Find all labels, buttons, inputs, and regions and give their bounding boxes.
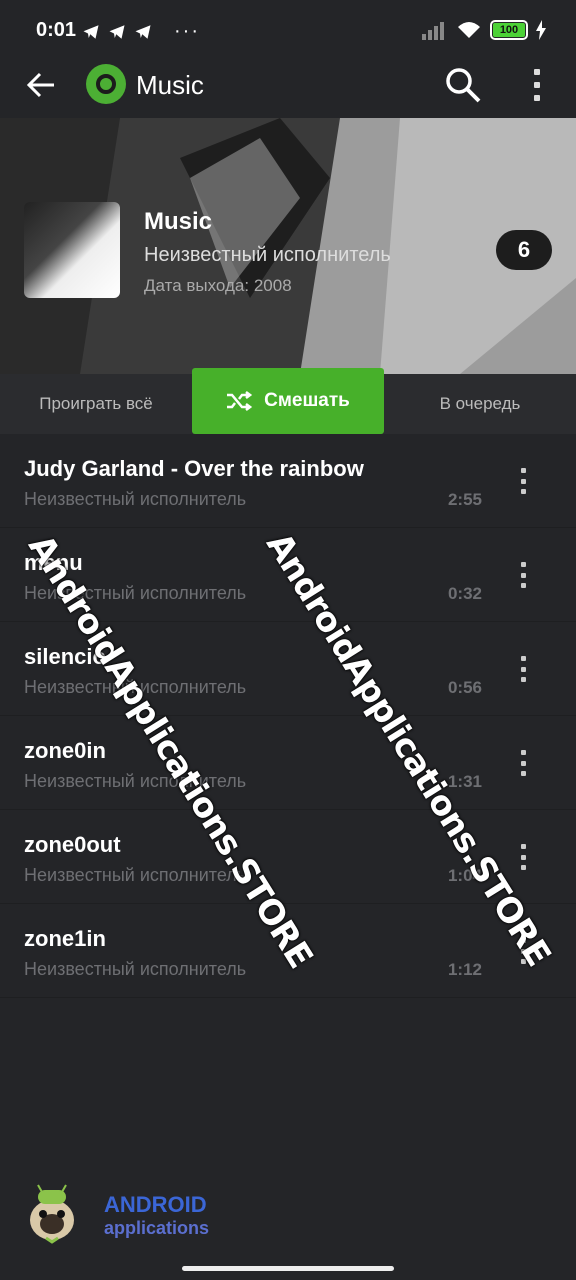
notification-icons: ··· <box>82 20 200 43</box>
album-release-date: Дата выхода: 2008 <box>144 276 292 295</box>
shuffle-button[interactable]: Смешать <box>192 368 384 434</box>
track-more-icon[interactable] <box>514 468 532 494</box>
telegram-icon <box>135 24 151 39</box>
shuffle-label: Смешать <box>264 390 350 411</box>
track-more-icon[interactable] <box>514 750 532 776</box>
album-header: Music Неизвестный исполнитель Дата выход… <box>0 118 576 374</box>
home-indicator[interactable] <box>182 1266 394 1271</box>
track-duration: 0:32 <box>447 584 482 603</box>
signal-icon <box>422 22 444 40</box>
app-title: Music <box>136 70 204 100</box>
system-icons: 100 <box>422 20 546 40</box>
track-title: zone1in <box>24 926 106 951</box>
track-more-icon[interactable] <box>514 562 532 588</box>
album-artist: Неизвестный исполнитель <box>144 244 391 266</box>
back-arrow-icon[interactable] <box>24 68 58 102</box>
track-duration: 1:12 <box>447 960 482 979</box>
track-artist: Неизвестный исполнитель <box>24 865 247 885</box>
track-row[interactable]: zone0in Неизвестный исполнитель 1:31 <box>0 716 576 810</box>
track-row[interactable]: Judy Garland - Over the rainbow Неизвест… <box>0 434 576 528</box>
queue-button[interactable]: В очередь <box>384 374 576 434</box>
wifi-icon <box>458 22 480 38</box>
battery-level: 100 <box>499 24 519 36</box>
status-time: 0:01 <box>36 19 77 41</box>
status-bar: 0:01 ··· 100 <box>0 0 576 62</box>
brand-subtitle: applications <box>104 1218 210 1238</box>
album-cover-image[interactable] <box>24 202 120 298</box>
track-artist: Неизвестный исполнитель <box>24 959 247 979</box>
track-count-badge: 6 <box>496 230 552 270</box>
album-title: Music <box>144 208 213 235</box>
brand-title: ANDROID <box>104 1192 207 1217</box>
track-title: zone0in <box>24 738 106 763</box>
more-notifications-icon: ··· <box>174 20 200 42</box>
battery-icon: 100 <box>490 20 528 40</box>
track-title: Judy Garland - Over the rainbow <box>24 456 364 481</box>
search-icon[interactable] <box>444 66 482 104</box>
shuffle-icon <box>227 391 253 411</box>
play-all-button[interactable]: Проиграть всё <box>0 374 192 434</box>
overflow-menu-icon[interactable] <box>526 66 548 104</box>
app-bar: Music <box>0 62 576 118</box>
telegram-icon <box>109 24 125 39</box>
track-more-icon[interactable] <box>514 844 532 870</box>
telegram-icon <box>83 24 99 39</box>
track-more-icon[interactable] <box>514 656 532 682</box>
track-duration: 0:56 <box>447 678 482 697</box>
track-duration: 2:55 <box>447 490 482 509</box>
track-title: zone0out <box>24 832 121 857</box>
music-app-logo-icon <box>86 64 126 104</box>
pug-mascot-logo-icon <box>30 1184 74 1244</box>
track-artist: Неизвестный исполнитель <box>24 489 247 509</box>
action-row: Проиграть всё Смешать В очередь <box>0 368 576 434</box>
charging-icon <box>536 20 546 40</box>
